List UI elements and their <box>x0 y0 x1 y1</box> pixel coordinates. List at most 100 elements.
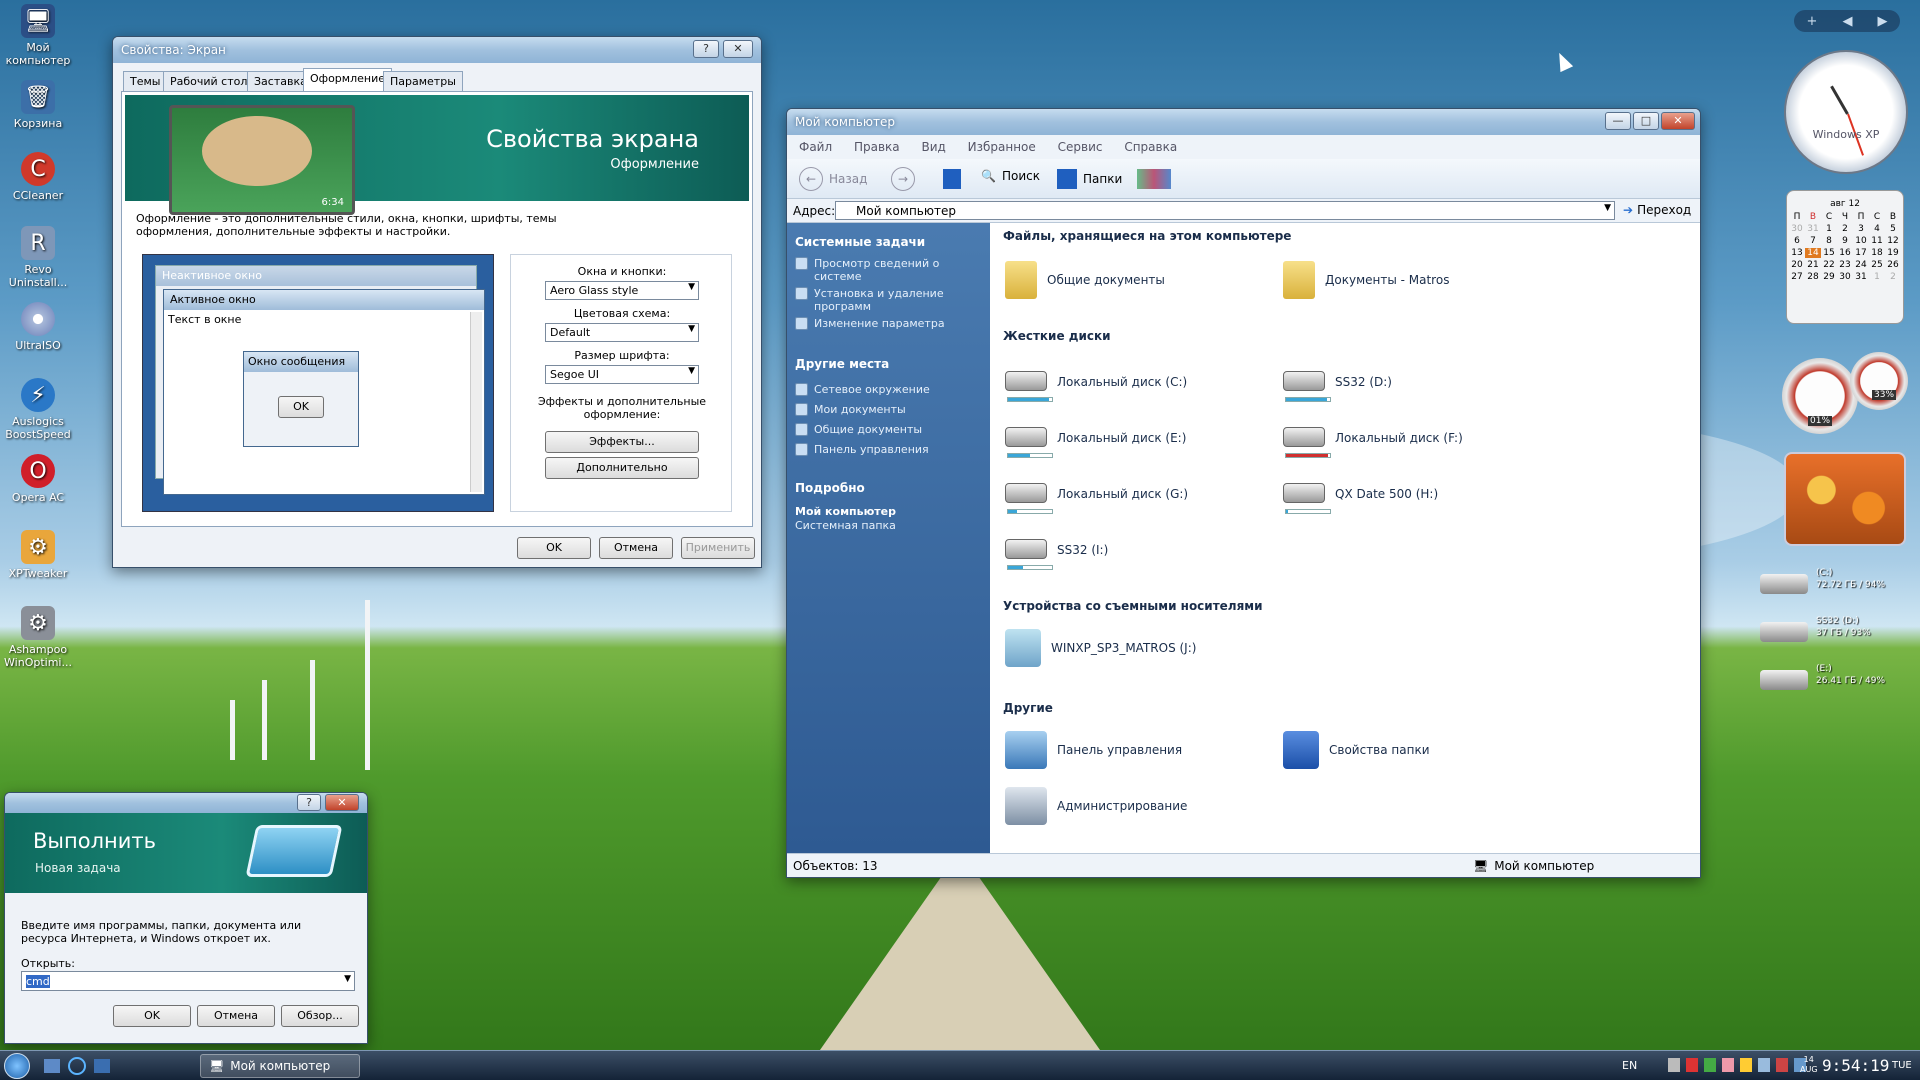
calendar-day[interactable]: 7 <box>1805 236 1821 246</box>
color-scheme-select[interactable]: Default ▼ <box>545 323 699 342</box>
calendar-day[interactable]: 26 <box>1885 260 1901 270</box>
item-drive[interactable]: Локальный диск (E:) <box>1005 419 1186 458</box>
calendar-day[interactable]: 3 <box>1853 224 1869 234</box>
calendar-day[interactable]: 14 <box>1805 248 1821 258</box>
calendar-day[interactable]: 12 <box>1885 236 1901 246</box>
task-add-remove-programs[interactable]: Установка и удаление программ <box>795 287 985 313</box>
run-titlebar[interactable]: ? ✕ <box>5 793 367 813</box>
desktop-icon-ashampoo[interactable]: ⚙ Ashampoo WinOptimi... <box>4 606 72 669</box>
calendar-day[interactable]: 23 <box>1837 260 1853 270</box>
calendar-day[interactable]: 19 <box>1885 248 1901 258</box>
menu-tools[interactable]: Сервис <box>1058 140 1103 154</box>
cancel-button[interactable]: Отмена <box>599 537 673 559</box>
advanced-button[interactable]: Дополнительно <box>545 457 699 479</box>
tab-themes[interactable]: Темы <box>123 71 168 91</box>
desktop-icon-ccleaner[interactable]: C CCleaner <box>4 152 72 202</box>
back-button[interactable]: ← Назад <box>799 167 867 191</box>
effects-button[interactable]: Эффекты... <box>545 431 699 453</box>
chevron-down-icon[interactable]: ▼ <box>344 974 351 984</box>
open-input[interactable]: cmd ▼ <box>21 971 355 991</box>
start-button[interactable] <box>4 1053 30 1079</box>
item-folder-options[interactable]: Свойства папки <box>1283 731 1430 769</box>
item-removable-j[interactable]: WINXP_SP3_MATROS (J:) <box>1005 629 1196 667</box>
calendar-day[interactable]: 8 <box>1821 236 1837 246</box>
desktop-icon-my-computer[interactable]: 🖥 Мой компьютер <box>4 4 72 67</box>
item-drive[interactable]: Локальный диск (C:) <box>1005 363 1187 402</box>
slideshow-gadget[interactable] <box>1784 452 1906 546</box>
tray-icon[interactable] <box>1704 1058 1716 1072</box>
menu-view[interactable]: Вид <box>921 140 945 154</box>
calendar-day[interactable]: 1 <box>1821 224 1837 234</box>
calendar-day[interactable]: 16 <box>1837 248 1853 258</box>
clock-gadget[interactable]: Windows XP <box>1784 50 1908 174</box>
place-shared-documents[interactable]: Общие документы <box>795 423 985 436</box>
tray-clock[interactable]: 9:54:19 <box>1822 1056 1889 1075</box>
desktop-icon-revo[interactable]: R Revo Uninstall... <box>4 226 72 289</box>
taskbar-button-my-computer[interactable]: 🖥 Мой компьютер <box>200 1054 360 1078</box>
calendar-day[interactable]: 2 <box>1885 272 1901 282</box>
calendar-day[interactable]: 15 <box>1821 248 1837 258</box>
address-input[interactable]: Мой компьютер ▼ <box>835 201 1615 220</box>
item-administration[interactable]: Администрирование <box>1005 787 1187 825</box>
tray-icon[interactable] <box>1668 1058 1680 1072</box>
desktop-icon-opera[interactable]: O Opera AC <box>4 454 72 504</box>
ok-button[interactable]: OK <box>113 1005 191 1027</box>
calendar-day[interactable]: 9 <box>1837 236 1853 246</box>
item-drive[interactable]: QX Date 500 (H:) <box>1283 475 1438 514</box>
language-indicator[interactable]: EN <box>1622 1059 1637 1072</box>
tray-icon[interactable] <box>1776 1058 1788 1072</box>
item-drive[interactable]: Локальный диск (F:) <box>1283 419 1463 458</box>
calendar-day[interactable]: 1 <box>1869 272 1885 282</box>
browse-button[interactable]: Обзор... <box>281 1005 359 1027</box>
calendar-day[interactable]: 30 <box>1837 272 1853 282</box>
apply-button[interactable]: Применить <box>681 537 755 559</box>
add-gadget-icon[interactable]: + <box>1807 14 1818 29</box>
my-computer-titlebar[interactable]: Мой компьютер — □ ✕ <box>787 109 1700 135</box>
calendar-day[interactable]: 20 <box>1789 260 1805 270</box>
maximize-button[interactable]: □ <box>1633 112 1659 130</box>
calendar-day[interactable]: 31 <box>1853 272 1869 282</box>
calendar-day[interactable]: 10 <box>1853 236 1869 246</box>
help-button[interactable]: ? <box>297 794 321 811</box>
menu-help[interactable]: Справка <box>1124 140 1177 154</box>
windows-buttons-select[interactable]: Aero Glass style ▼ <box>545 281 699 300</box>
place-control-panel[interactable]: Панель управления <box>795 443 985 456</box>
calendar-day[interactable]: 11 <box>1869 236 1885 246</box>
ok-button[interactable]: OK <box>517 537 591 559</box>
tray-icon[interactable] <box>1686 1058 1698 1072</box>
calendar-gadget[interactable]: авг 12 П В С Ч П С В 30 31 1 2 3 4 5 6 7 8 9 10 11 12 13 14 15 1… <box>1786 190 1904 324</box>
quicklaunch-ie-icon[interactable] <box>68 1057 86 1075</box>
calendar-day[interactable]: 30 <box>1789 224 1805 234</box>
quicklaunch-desktop-icon[interactable] <box>94 1059 110 1073</box>
calendar-day[interactable]: 22 <box>1821 260 1837 270</box>
close-button[interactable]: ✕ <box>723 40 753 58</box>
calendar-day[interactable]: 25 <box>1869 260 1885 270</box>
task-view-system-info[interactable]: Просмотр сведений о системе <box>795 257 985 283</box>
drive-gadget[interactable]: (E:) 26.41 ГБ / 49% <box>1760 662 1910 702</box>
item-control-panel[interactable]: Панель управления <box>1005 731 1182 769</box>
item-shared-documents[interactable]: Общие документы <box>1005 261 1165 299</box>
tab-desktop[interactable]: Рабочий стол <box>163 71 255 91</box>
cancel-button[interactable]: Отмена <box>197 1005 275 1027</box>
tray-icon[interactable] <box>1722 1058 1734 1072</box>
calendar-day[interactable]: 2 <box>1837 224 1853 234</box>
cpu-meter-gadget[interactable]: 01% 33% <box>1782 352 1912 438</box>
tab-settings[interactable]: Параметры <box>383 71 463 91</box>
menu-file[interactable]: Файл <box>799 140 832 154</box>
item-drive[interactable]: SS32 (D:) <box>1283 363 1392 402</box>
desktop-icon-recycle-bin[interactable]: 🗑 Корзина <box>4 80 72 130</box>
forward-button[interactable]: → <box>891 167 915 191</box>
calendar-day[interactable]: 27 <box>1789 272 1805 282</box>
item-drive[interactable]: Локальный диск (G:) <box>1005 475 1188 514</box>
help-button[interactable]: ? <box>693 40 719 58</box>
menu-favorites[interactable]: Избранное <box>968 140 1036 154</box>
tray-icon[interactable] <box>1740 1058 1752 1072</box>
prev-icon[interactable]: ◀ <box>1842 14 1852 29</box>
item-drive[interactable]: SS32 (I:) <box>1005 531 1108 570</box>
views-button[interactable] <box>1137 169 1171 189</box>
quicklaunch-show-desktop-icon[interactable] <box>44 1059 60 1073</box>
font-size-select[interactable]: Segoe UI ▼ <box>545 365 699 384</box>
calendar-day[interactable]: 17 <box>1853 248 1869 258</box>
calendar-day[interactable]: 28 <box>1805 272 1821 282</box>
calendar-day[interactable]: 13 <box>1789 248 1805 258</box>
